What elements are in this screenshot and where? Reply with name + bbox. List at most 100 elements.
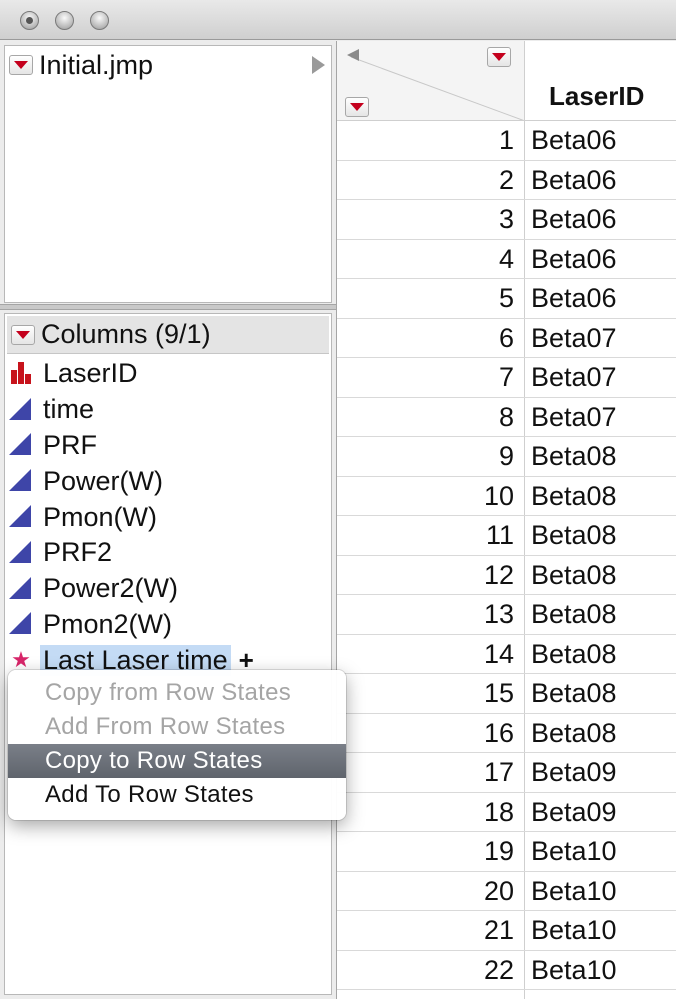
table-row[interactable]: 5 Beta06 <box>337 279 676 319</box>
laserid-cell[interactable]: Beta06 <box>525 161 676 200</box>
row-number[interactable]: 20 <box>337 871 525 910</box>
column-item[interactable]: LaserID <box>9 356 331 392</box>
table-row[interactable]: 14 Beta08 <box>337 634 676 674</box>
columns-menu-red-triangle-icon[interactable] <box>11 324 35 345</box>
column-item[interactable]: time <box>9 392 331 428</box>
laserid-cell[interactable]: Beta07 <box>525 319 676 358</box>
table-row[interactable]: 10 Beta08 <box>337 476 676 516</box>
left-panel: Initial.jmp Columns (9/1) LaserID time PRF… <box>0 41 336 999</box>
table-row[interactable]: 21 Beta10 <box>337 911 676 951</box>
row-number[interactable]: 3 <box>337 200 525 239</box>
row-number[interactable]: 19 <box>337 832 525 871</box>
row-number[interactable]: 21 <box>337 911 525 950</box>
panel-splitter[interactable] <box>0 304 336 310</box>
table-row[interactable]: 15 Beta08 <box>337 674 676 714</box>
context-menu-item[interactable]: Copy to Row States <box>8 744 346 778</box>
row-number[interactable]: 2 <box>337 160 525 199</box>
table-row[interactable]: 17 Beta09 <box>337 753 676 793</box>
table-row[interactable]: 16 Beta08 <box>337 713 676 753</box>
laserid-cell[interactable]: Beta10 <box>525 951 676 990</box>
laserid-cell[interactable]: Beta08 <box>525 477 676 516</box>
rows-menu-corner-icon[interactable] <box>345 97 369 117</box>
row-number[interactable]: 23 <box>337 990 525 999</box>
column-item[interactable]: Power2(W) <box>9 571 331 607</box>
row-number[interactable]: 5 <box>337 279 525 318</box>
column-item[interactable]: PRF <box>9 428 331 464</box>
context-menu-item[interactable]: Copy from Row States <box>8 676 346 710</box>
column-item[interactable]: Pmon(W) <box>9 499 331 535</box>
zoom-window-button[interactable] <box>90 11 109 30</box>
table-row[interactable]: 6 Beta07 <box>337 318 676 358</box>
laserid-cell[interactable]: Beta06 <box>525 121 676 160</box>
row-number[interactable]: 18 <box>337 792 525 831</box>
column-item[interactable]: PRF2 <box>9 535 331 571</box>
laserid-cell[interactable]: Beta08 <box>525 714 676 753</box>
table-row[interactable]: 8 Beta07 <box>337 397 676 437</box>
laserid-cell[interactable]: Beta06 <box>525 240 676 279</box>
row-number[interactable]: 10 <box>337 476 525 515</box>
column-item[interactable]: Power(W) <box>9 463 331 499</box>
table-row[interactable]: 4 Beta06 <box>337 239 676 279</box>
context-menu-item[interactable]: Add To Row States <box>8 778 346 812</box>
table-row[interactable]: 1 Beta06 <box>337 121 676 161</box>
column-header-laserid[interactable]: LaserID <box>525 41 676 121</box>
table-row[interactable]: 19 Beta10 <box>337 832 676 872</box>
table-row[interactable]: 3 Beta06 <box>337 200 676 240</box>
table-panel: Initial.jmp <box>4 45 332 303</box>
row-number[interactable]: 17 <box>337 753 525 792</box>
laserid-cell[interactable]: Beta08 <box>525 556 676 595</box>
continuous-triangle-icon <box>9 505 33 529</box>
laserid-cell[interactable]: Beta09 <box>525 793 676 832</box>
table-row[interactable]: 22 Beta10 <box>337 950 676 990</box>
columns-list: LaserID time PRF Power(W) Pmon(W) PRF2 Power2(… <box>5 356 331 678</box>
table-row[interactable]: 7 Beta07 <box>337 358 676 398</box>
continuous-triangle-icon <box>9 576 33 601</box>
laserid-cell[interactable]: Beta06 <box>525 279 676 318</box>
row-number[interactable]: 22 <box>337 950 525 989</box>
laserid-cell[interactable]: Beta08 <box>525 437 676 476</box>
row-number[interactable]: 16 <box>337 713 525 752</box>
laserid-cell[interactable]: Beta10 <box>525 832 676 871</box>
laserid-cell[interactable]: Beta07 <box>525 398 676 437</box>
row-number[interactable]: 15 <box>337 674 525 713</box>
row-number[interactable]: 13 <box>337 595 525 634</box>
table-row[interactable]: 11 Beta08 <box>337 516 676 556</box>
table-row[interactable]: 12 Beta08 <box>337 555 676 595</box>
laserid-cell[interactable]: Beta08 <box>525 516 676 555</box>
table-row[interactable]: 23Beta10 <box>337 990 676 999</box>
column-item[interactable]: Pmon2(W) <box>9 607 331 643</box>
columns-menu-corner-icon[interactable] <box>487 47 511 67</box>
laserid-cell[interactable]: Beta08 <box>525 674 676 713</box>
jmp-window: Initial.jmp Columns (9/1) LaserID time PRF… <box>0 0 676 999</box>
row-number[interactable]: 7 <box>337 358 525 397</box>
close-window-button[interactable] <box>20 11 39 30</box>
row-number[interactable]: 6 <box>337 318 525 357</box>
table-row[interactable]: 2 Beta06 <box>337 160 676 200</box>
laserid-cell[interactable]: Beta10 <box>525 911 676 950</box>
column-header-label: LaserID <box>549 81 645 111</box>
table-menu-red-triangle-icon[interactable] <box>9 55 33 75</box>
row-number[interactable]: 1 <box>337 121 525 160</box>
laserid-cell[interactable]: Beta10 <box>525 872 676 911</box>
row-number[interactable]: 14 <box>337 634 525 673</box>
laserid-cell[interactable]: Beta09 <box>525 753 676 792</box>
table-row[interactable]: 20 Beta10 <box>337 871 676 911</box>
column-name: Pmon(W) <box>43 501 157 532</box>
column-name: PRF2 <box>43 537 113 568</box>
run-script-icon[interactable] <box>312 56 325 74</box>
laserid-cell[interactable]: Beta08 <box>525 595 676 634</box>
row-number[interactable]: 11 <box>337 516 525 555</box>
minimize-window-button[interactable] <box>55 11 74 30</box>
table-row[interactable]: 18 Beta09 <box>337 792 676 832</box>
laserid-cell[interactable]: Beta07 <box>525 358 676 397</box>
row-number[interactable]: 12 <box>337 555 525 594</box>
laserid-cell[interactable]: Beta08 <box>525 635 676 674</box>
context-menu-item[interactable]: Add From Row States <box>8 710 346 744</box>
table-row[interactable]: 13 Beta08 <box>337 595 676 635</box>
row-number[interactable]: 8 <box>337 397 525 436</box>
row-number[interactable]: 9 <box>337 437 525 476</box>
row-number[interactable]: 4 <box>337 239 525 278</box>
laserid-cell[interactable]: Beta10 <box>525 990 676 999</box>
laserid-cell[interactable]: Beta06 <box>525 200 676 239</box>
table-row[interactable]: 9 Beta08 <box>337 437 676 477</box>
